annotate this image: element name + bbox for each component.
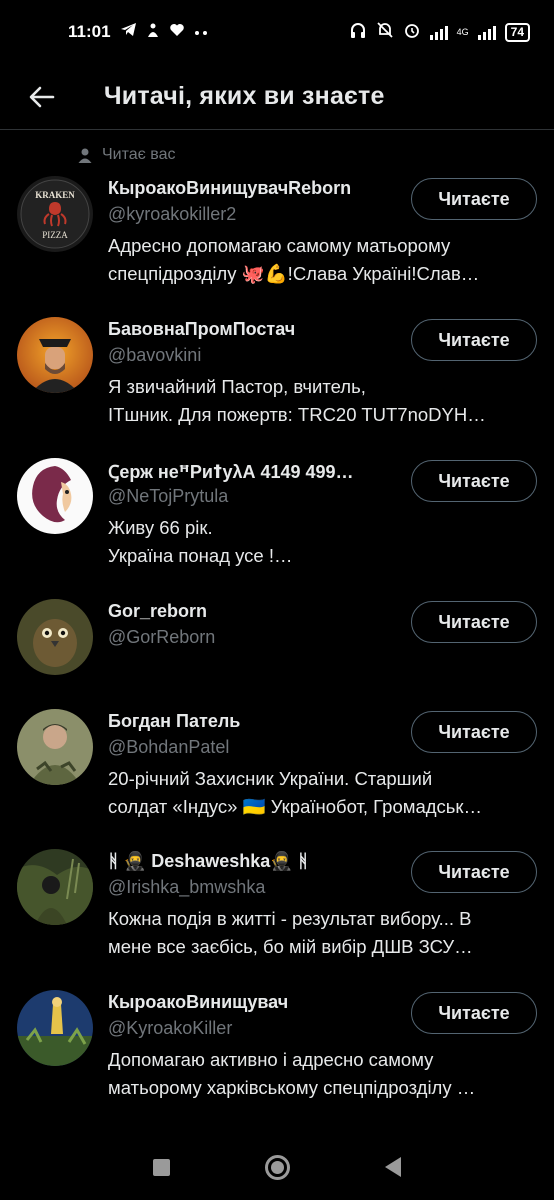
arrow-left-icon: [29, 86, 55, 107]
bio-line: Живу 66 рік.: [108, 517, 213, 538]
display-name[interactable]: БавовнаПромПостач: [108, 319, 400, 340]
bio-line: 20-річний Захисник України. Старший: [108, 768, 433, 789]
user-row[interactable]: КыроакоВинищувач @KyroakoKiller Допомага…: [0, 984, 554, 1124]
bio-line: спецпідрозділу 🐙💪!Слава Україні!Слав…: [108, 263, 480, 284]
status-time: 11:01: [68, 22, 111, 41]
following-button[interactable]: Читаєте: [411, 460, 537, 502]
follows-you-label: Читає вас: [78, 146, 175, 164]
app-notification-icon: [146, 22, 160, 43]
heart-icon: [169, 23, 185, 42]
headphones-icon: [349, 21, 367, 43]
top-app-bar: Читачі, яких ви знаєте: [0, 64, 554, 130]
following-button[interactable]: Читаєте: [411, 992, 537, 1034]
following-button[interactable]: Читаєте: [411, 319, 537, 361]
display-name[interactable]: Ꞔерж неꟸРиꝉуλА 4149 499…: [108, 460, 400, 484]
user-row[interactable]: ᚻ 🥷 Deshaweshka🥷 ᚻ @Irishka_bmwshka Кожн…: [0, 843, 554, 983]
avatar-text-bottom: PIZZA: [42, 230, 68, 240]
user-bio: Я звичайний Пастор, вчитель, ІТшник. Для…: [108, 373, 533, 429]
user-handle: @kyroakokiller2: [108, 204, 237, 224]
battery-indicator: 74: [504, 22, 530, 42]
network-type: 4G: [456, 26, 469, 37]
user-bio: Кожна подія в житті - результат вибору..…: [108, 905, 533, 961]
user-handle: @BohdanPatel: [108, 737, 230, 757]
avatar[interactable]: [17, 709, 93, 785]
back-button[interactable]: [22, 77, 62, 117]
display-name[interactable]: КыроакоВинищувач: [108, 992, 400, 1013]
bio-line: Адресно допомагаю самому матьорому: [108, 235, 451, 256]
recents-button[interactable]: [153, 1158, 170, 1176]
status-left: 11:01: [68, 22, 208, 43]
display-name[interactable]: ᚻ 🥷 Deshaweshka🥷 ᚻ: [108, 851, 400, 872]
user-handle: @GorReborn: [108, 627, 216, 647]
display-name[interactable]: Gor_reborn: [108, 601, 400, 622]
user-row[interactable]: Богдан Патель @BohdanPatel 20-річний Зах…: [0, 703, 554, 843]
silent-bell-icon: [376, 21, 394, 43]
signal-strength-2-icon: [477, 24, 496, 40]
bio-line: мене все заєбісь, бо мій вибір ДШВ ЗСУ…: [108, 936, 473, 957]
follows-you-text: Читає вас: [102, 146, 176, 163]
alarm-icon: [403, 21, 421, 43]
bio-line: матьорому харківському спецпідрозділу …: [108, 1077, 476, 1098]
telegram-icon: [120, 22, 137, 42]
avatar[interactable]: [17, 849, 93, 925]
bio-line: Україна понад усе !…: [108, 545, 293, 566]
display-name[interactable]: Богдан Патель: [108, 711, 400, 732]
user-row[interactable]: Gor_reborn @GorReborn Читаєте: [0, 593, 554, 705]
user-handle: @bavovkini: [108, 345, 202, 365]
avatar-text-top: KRAKEN: [35, 190, 75, 200]
avatar[interactable]: [17, 990, 93, 1066]
bio-line: Допомагаю активно і адресно самому: [108, 1049, 434, 1070]
bio-line: солдат «Індус» 🇺🇦 Українобот, Громадськ…: [108, 796, 483, 817]
more-notifications-icon: [194, 23, 208, 41]
user-bio: Допомагаю активно і адресно самому матьо…: [108, 1046, 533, 1102]
signal-strength-icon: [429, 24, 448, 40]
user-bio: Адресно допомагаю самому матьорому спецп…: [108, 232, 533, 288]
user-handle: @Irishka_bmwshka: [108, 877, 266, 897]
system-back-button[interactable]: [385, 1157, 401, 1177]
user-handle: @KyroakoKiller: [108, 1018, 233, 1038]
display-name[interactable]: КыроакоВинищувачReborn: [108, 178, 400, 199]
person-icon: [78, 148, 92, 163]
home-button[interactable]: [265, 1154, 290, 1180]
bio-line: ІТшник. Для пожертв: TRC20 TUT7noDYH…: [108, 404, 486, 425]
user-row[interactable]: БавовнаПромПостач @bavovkini Я звичайний…: [0, 311, 554, 451]
bio-line: Кожна подія в житті - результат вибору..…: [108, 908, 472, 929]
following-button[interactable]: Читаєте: [411, 711, 537, 753]
following-button[interactable]: Читаєте: [411, 178, 537, 220]
status-bar: 11:01 4G 74: [0, 0, 554, 64]
status-right: 4G 74: [349, 21, 530, 43]
system-nav-bar: [0, 1134, 554, 1200]
user-bio: 20-річний Захисник України. Старший солд…: [108, 765, 533, 821]
user-handle: @NeTojPrytula: [108, 486, 229, 506]
avatar[interactable]: KRAKEN PIZZA: [17, 176, 93, 252]
avatar[interactable]: [17, 317, 93, 393]
user-bio: Живу 66 рік. Україна понад усе !…: [108, 514, 533, 570]
user-row[interactable]: KRAKEN PIZZA КыроакоВинищувачReborn @kyr…: [0, 170, 554, 310]
following-button[interactable]: Читаєте: [411, 601, 537, 643]
user-row[interactable]: Ꞔерж неꟸРиꝉуλА 4149 499… @NeTojPrytula Ж…: [0, 452, 554, 592]
following-button[interactable]: Читаєте: [411, 851, 537, 893]
page-title: Читачі, яких ви знаєте: [104, 82, 385, 110]
avatar[interactable]: [17, 599, 93, 675]
avatar[interactable]: [17, 458, 93, 534]
bio-line: Я звичайний Пастор, вчитель,: [108, 376, 366, 397]
